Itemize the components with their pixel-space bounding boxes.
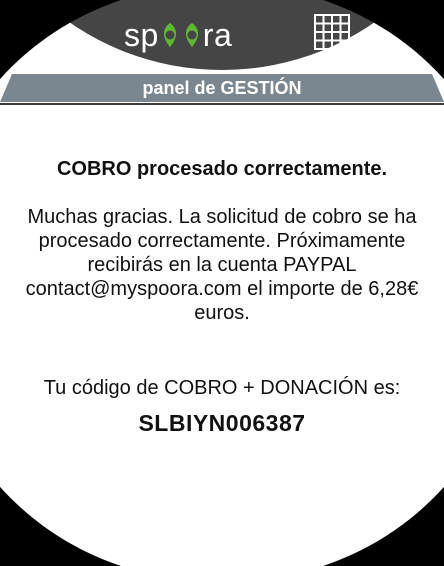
code-label: Tu código de COBRO + DONACIÓN es:: [43, 377, 401, 399]
panel-title: panel de GESTIÓN: [142, 78, 302, 98]
logo-o-icon: [163, 23, 176, 47]
main-content: COBRO procesado correctamente. Muchas gr…: [0, 106, 444, 437]
status-heading: COBRO procesado correctamente.: [56, 158, 388, 180]
confirmation-message: Muchas gracias. La solicitud de cobro se…: [25, 206, 419, 324]
logo-eyes-icon: [160, 22, 202, 48]
grid-icon[interactable]: [314, 14, 350, 50]
logo-text-right: ra: [202, 16, 233, 53]
panel-bar: panel de GESTIÓN: [0, 70, 444, 106]
spoora-logo[interactable]: sp ra: [124, 12, 232, 58]
app-header: sp ra: [0, 0, 444, 70]
logo-text-left: sp: [124, 16, 159, 53]
panel-divider: [0, 103, 444, 105]
logo-o-icon: [185, 23, 198, 47]
watch-screen: sp ra panel de GESTIÓN COBRO procesado c…: [0, 0, 444, 566]
payment-code: SLBIYN006387: [138, 410, 306, 436]
